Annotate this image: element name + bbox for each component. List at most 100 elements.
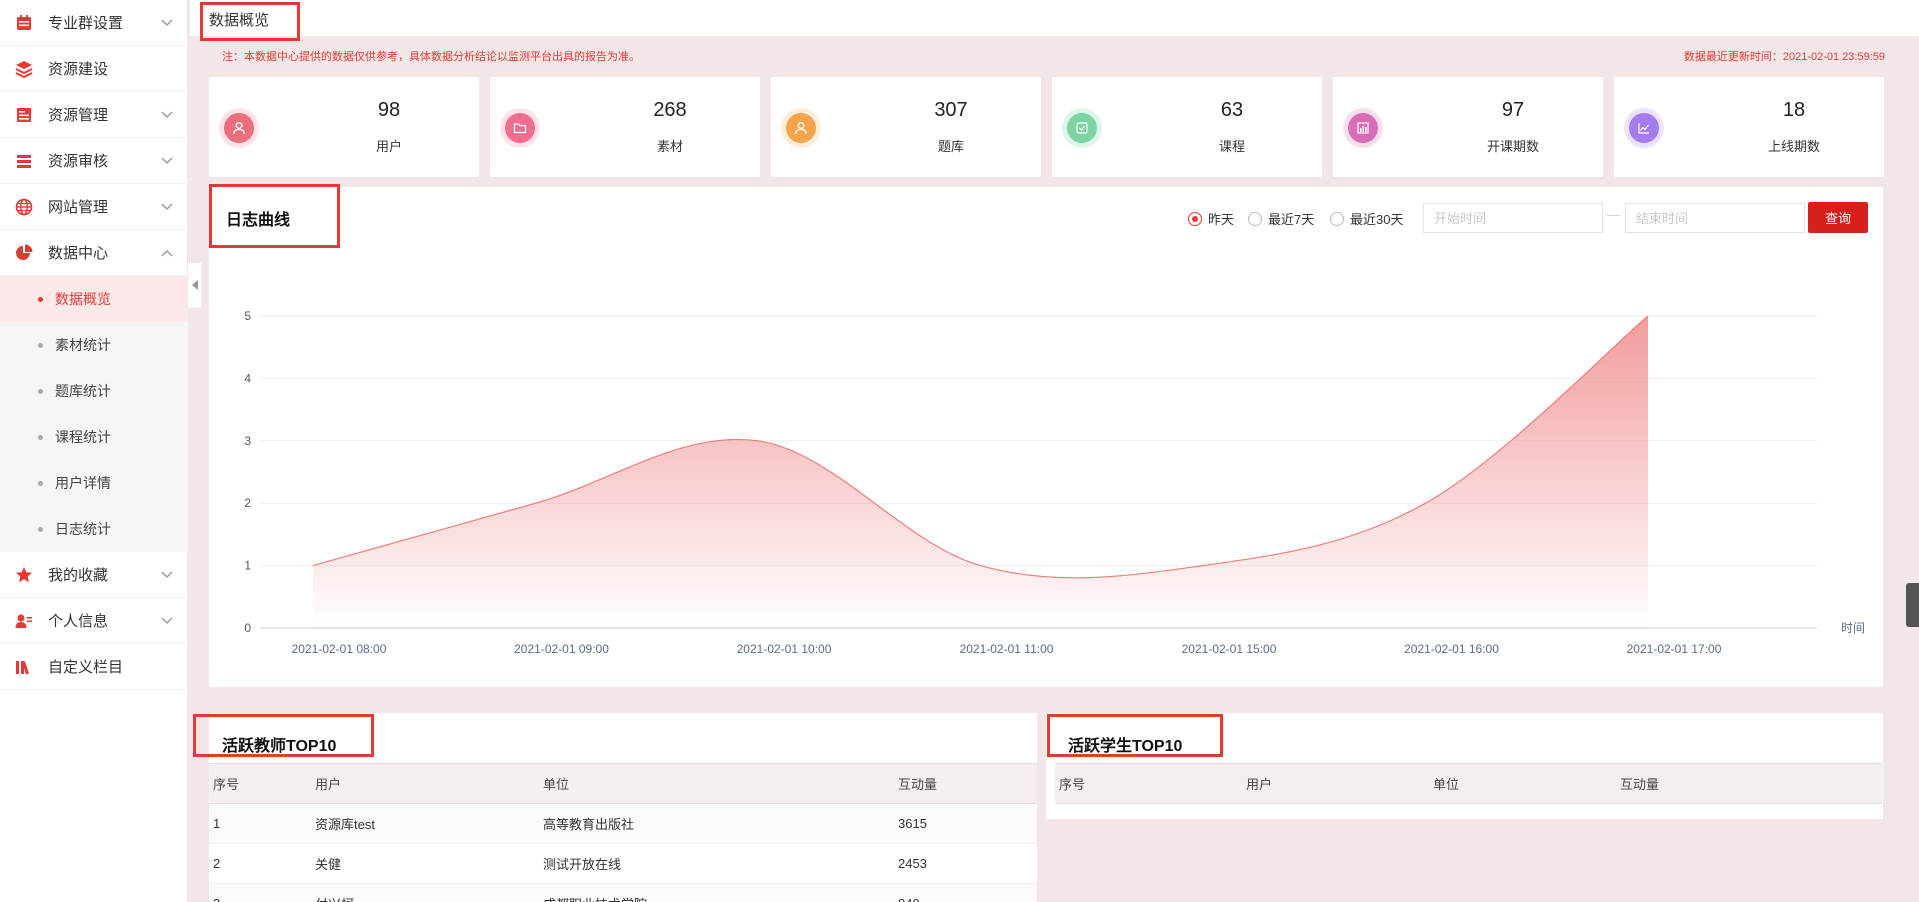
user-card-icon — [14, 611, 34, 631]
sidebar-item-custom-columns[interactable]: 自定义栏目 — [0, 644, 188, 690]
column-header: 单位 — [1429, 763, 1616, 804]
stat-label: 开课期数 — [1486, 139, 1539, 154]
column-header: 用户 — [1242, 763, 1429, 804]
date-separator: — — [1607, 207, 1620, 222]
document-icon — [14, 105, 34, 125]
stat-card-courses: 63 课程 — [1052, 77, 1322, 177]
x-tick-label: 2021-02-01 17:00 — [1627, 642, 1722, 656]
stat-value: 18 — [1782, 99, 1806, 121]
sidebar-item-resource-manage[interactable]: 资源管理 — [0, 92, 188, 138]
stat-label: 上线期数 — [1767, 139, 1820, 154]
radio-icon[interactable] — [1248, 211, 1262, 226]
sidebar-item-label: 网站管理 — [48, 199, 109, 216]
bullet-icon — [38, 480, 43, 486]
chart-area — [313, 316, 1648, 628]
table-header-row: 序号 用户 单位 互动量 — [209, 763, 1037, 804]
cell: 840 — [894, 883, 1037, 902]
sidebar-subitem-course-stats[interactable]: 课程统计 — [0, 414, 188, 460]
sidebar-subitem-label: 题库统计 — [55, 383, 111, 399]
x-tick-label: 2021-02-01 16:00 — [1404, 642, 1499, 656]
sidebar-item-resource-build[interactable]: 资源建设 — [0, 46, 188, 92]
sidebar-item-label: 个人信息 — [48, 613, 109, 630]
column-header: 单位 — [539, 763, 894, 804]
sidebar-item-website-manage[interactable]: 网站管理 — [0, 184, 188, 230]
x-tick-label: 2021-02-01 15:00 — [1182, 642, 1277, 656]
stat-value: 63 — [1220, 99, 1244, 121]
query-button[interactable]: 查询 — [1808, 202, 1868, 233]
x-tick-label: 2021-02-01 09:00 — [514, 642, 609, 656]
log-curve-chart: 0 1 2 3 4 5 2021-02-01 08:00 2021-02-01 09:00 20… — [244, 309, 1865, 656]
sidebar-subitem-material-stats[interactable]: 素材统计 — [0, 322, 188, 368]
table-header-row: 序号 用户 单位 互动量 — [1055, 763, 1882, 804]
x-tick-label: 2021-02-01 11:00 — [960, 642, 1054, 656]
sidebar-item-label: 我的收藏 — [48, 567, 109, 584]
sidebar-item-major-group[interactable]: 专业群设置 — [0, 0, 188, 46]
sidebar-item-label: 专业群设置 — [48, 15, 124, 32]
caret-left-icon — [191, 280, 198, 290]
breadcrumb: 数据概览 — [200, 2, 300, 41]
sidebar-collapse-toggle[interactable] — [188, 262, 202, 308]
table-row: 3 付兴柯 成都职业技术学院 840 — [209, 883, 1037, 902]
sidebar-item-label: 资源管理 — [48, 107, 109, 124]
sidebar-item-favorites[interactable]: 我的收藏 — [0, 552, 188, 598]
bullet-icon — [38, 388, 43, 394]
stat-label: 课程 — [1218, 139, 1245, 154]
range-option-yesterday[interactable]: 昨天 — [1188, 209, 1234, 228]
students-table: 序号 用户 单位 互动量 — [1055, 763, 1882, 804]
y-tick-label: 0 — [244, 621, 251, 635]
chevron-down-icon — [160, 108, 174, 122]
sidebar-item-personal-info[interactable]: 个人信息 — [0, 598, 188, 644]
chevron-down-icon — [160, 154, 174, 168]
cell: 付兴柯 — [311, 883, 539, 902]
chevron-down-icon — [160, 200, 174, 214]
stat-label: 题库 — [937, 139, 964, 154]
table-row: 2 关健 测试开放在线 2453 — [209, 843, 1037, 884]
data-point — [1201, 564, 1205, 568]
radio-icon[interactable] — [1330, 211, 1344, 226]
chevron-down-icon — [160, 16, 174, 30]
column-header: 互动量 — [894, 763, 1037, 804]
stat-value: 307 — [934, 99, 968, 121]
bullet-icon — [38, 296, 43, 302]
end-date-input[interactable] — [1625, 203, 1805, 233]
y-tick-label: 5 — [244, 309, 251, 323]
sidebar-subitem-question-stats[interactable]: 题库统计 — [0, 368, 188, 414]
sidebar: 专业群设置 资源建设 资源管理 资源审核 网站管理 数据中心 数据概览 素材统计… — [0, 0, 188, 902]
range-label: 最近30天 — [1350, 212, 1404, 227]
top-bar — [190, 0, 1919, 36]
teachers-title: 活跃教师TOP10 — [222, 738, 337, 755]
sidebar-item-label: 资源建设 — [48, 61, 109, 78]
sidebar-item-label: 资源审核 — [48, 153, 109, 170]
scroll-handle[interactable] — [1906, 583, 1919, 627]
sidebar-subitem-label: 素材统计 — [55, 337, 111, 353]
students-title: 活跃学生TOP10 — [1068, 738, 1183, 755]
books-icon — [14, 657, 34, 677]
range-option-30days[interactable]: 最近30天 — [1330, 209, 1403, 228]
radio-icon[interactable] — [1188, 211, 1202, 226]
stat-card-materials: 268 素材 — [490, 77, 760, 177]
breadcrumb-label: 数据概览 — [209, 12, 270, 29]
column-header: 序号 — [1055, 763, 1242, 804]
course-icon — [1067, 113, 1097, 143]
cell: 资源库test — [311, 803, 539, 844]
chevron-up-icon — [160, 246, 174, 260]
sidebar-subitem-user-details[interactable]: 用户详情 — [0, 460, 188, 506]
pie-chart-icon — [14, 243, 34, 263]
x-tick-label: 2021-02-01 08:00 — [292, 642, 387, 656]
range-label: 最近7天 — [1268, 212, 1315, 227]
sidebar-subitem-log-stats[interactable]: 日志统计 — [0, 506, 188, 552]
cell: 测试开放在线 — [539, 843, 894, 884]
range-option-7days[interactable]: 最近7天 — [1248, 209, 1314, 228]
start-date-input[interactable] — [1423, 203, 1603, 233]
star-icon — [14, 565, 34, 585]
sidebar-item-resource-review[interactable]: 资源审核 — [0, 138, 188, 184]
cell: 高等教育出版社 — [539, 803, 894, 844]
chart-title: 日志曲线 — [226, 212, 291, 229]
stat-card-course-periods: 97 开课期数 — [1333, 77, 1603, 177]
cell: 3615 — [894, 803, 1037, 844]
sidebar-subitem-data-overview[interactable]: 数据概览 — [0, 276, 188, 322]
update-time: 数据最近更新时间：2021-02-01 23:59:59 — [1683, 51, 1885, 63]
stat-value: 97 — [1501, 99, 1525, 121]
globe-icon — [14, 197, 34, 217]
sidebar-item-data-center[interactable]: 数据中心 — [0, 230, 188, 276]
